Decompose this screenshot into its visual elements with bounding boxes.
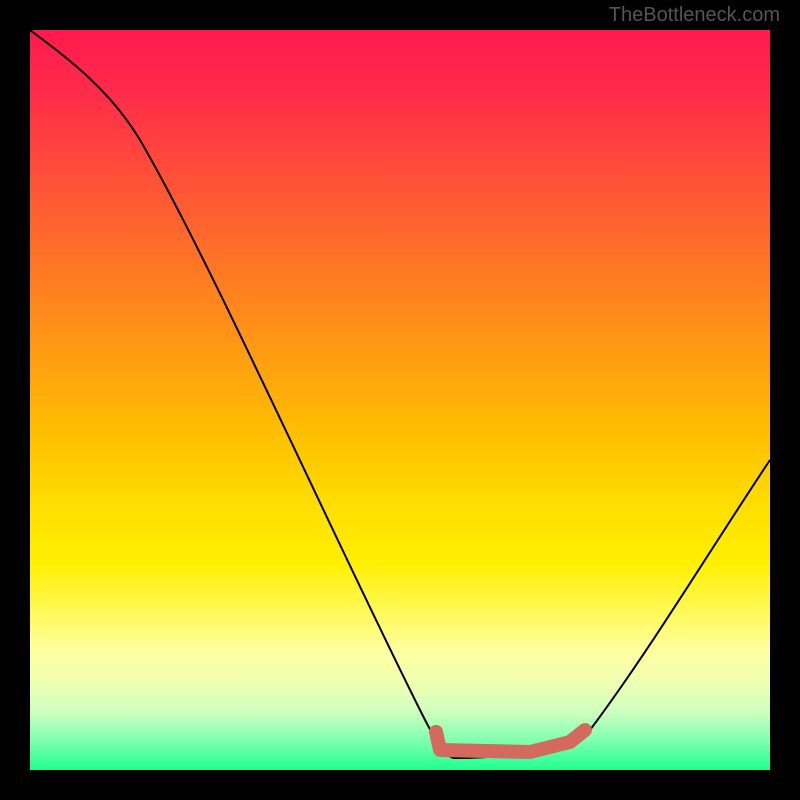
chart-svg (30, 30, 770, 770)
optimal-start-dot (429, 725, 443, 739)
bottleneck-curve-line (30, 30, 770, 758)
watermark-text: TheBottleneck.com (609, 4, 780, 27)
chart-plot-area (30, 30, 770, 770)
optimal-range-marker (436, 730, 585, 752)
